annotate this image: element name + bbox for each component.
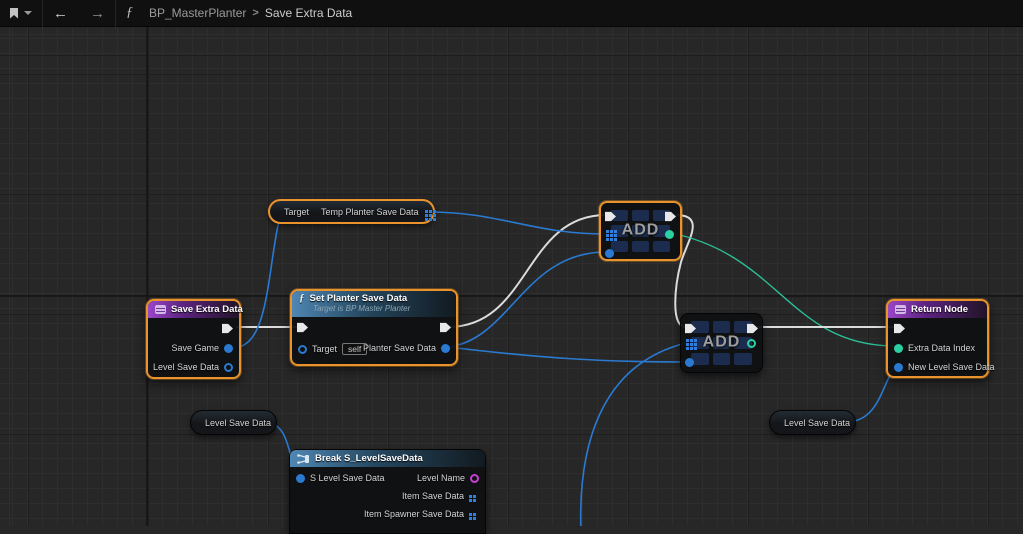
- array-pin-icon[interactable]: [469, 513, 472, 516]
- item-spawner-save-data-pin-row[interactable]: Item Spawner Save Data: [364, 509, 478, 519]
- new-level-save-data-pin-row[interactable]: New Level Save Data: [894, 362, 995, 372]
- node-get-temp-planter-save-data[interactable]: Target Temp Planter Save Data: [268, 199, 435, 224]
- object-pin-icon[interactable]: [441, 344, 450, 353]
- array-pin-icon[interactable]: [606, 230, 609, 233]
- exec-out-pin[interactable]: [747, 323, 758, 334]
- name-pin-icon[interactable]: [470, 474, 479, 483]
- function-entry-icon: [155, 305, 166, 314]
- node-save-extra-data[interactable]: Save Extra Data Save Game Level Save Dat…: [146, 299, 241, 379]
- bookmark-icon[interactable]: [10, 8, 18, 19]
- object-pin-icon[interactable]: [224, 363, 233, 372]
- pin-label: Level Save Data: [205, 418, 271, 428]
- node-set-planter-save-data[interactable]: ƒ Set Planter Save Data Target is BP Mas…: [290, 289, 458, 366]
- item-save-data-pin-row[interactable]: Item Save Data: [402, 491, 478, 501]
- pin-label: Extra Data Index: [908, 343, 975, 353]
- node-title: Save Extra Data: [171, 304, 243, 315]
- exec-out-pin[interactable]: [440, 322, 451, 333]
- pin-label: Save Game: [171, 343, 219, 353]
- node-header[interactable]: Break S_LevelSaveData: [290, 450, 485, 467]
- wire-offscreen-to-add2: [581, 343, 686, 526]
- pin-label: Item Save Data: [402, 491, 464, 501]
- pin-label: Temp Planter Save Data: [321, 207, 419, 217]
- extra-data-index-pin-row[interactable]: Extra Data Index: [894, 343, 975, 353]
- object-pin-icon[interactable]: [685, 358, 694, 367]
- breadcrumb-toolbar: ← → ƒ BP_MasterPlanter > Save Extra Data: [0, 0, 1023, 27]
- wire-layer: [0, 0, 1023, 526]
- node-get-level-save-data-right[interactable]: Level Save Data: [769, 410, 856, 435]
- back-button[interactable]: ←: [53, 0, 68, 27]
- chevron-down-icon[interactable]: [24, 11, 32, 15]
- int-return-pin-icon[interactable]: [665, 230, 674, 239]
- pin-label: Target: [284, 207, 309, 217]
- pin-label: New Level Save Data: [908, 362, 995, 372]
- exec-pin-icon[interactable]: [440, 322, 451, 333]
- object-pin-icon[interactable]: [605, 249, 614, 258]
- node-array-add-2[interactable]: ADD: [680, 313, 763, 373]
- pin-label: Target: [312, 344, 337, 354]
- breadcrumb-separator-icon: >: [252, 7, 258, 19]
- object-pin-icon[interactable]: [298, 345, 307, 354]
- level-save-data-pin-row[interactable]: Level Save Data: [153, 362, 233, 372]
- exec-pin-icon[interactable]: [894, 323, 905, 334]
- object-pin-icon[interactable]: [894, 363, 903, 372]
- wire-plantersave-to-add2: [448, 347, 686, 362]
- bookmark-menu[interactable]: [0, 0, 42, 27]
- object-pin-icon[interactable]: [224, 344, 233, 353]
- exec-out-pin[interactable]: [665, 211, 676, 222]
- forward-button[interactable]: →: [90, 0, 105, 27]
- breadcrumb: ƒ BP_MasterPlanter > Save Extra Data: [116, 0, 362, 27]
- exec-in-pin[interactable]: [894, 323, 905, 334]
- node-return[interactable]: Return Node Extra Data Index New Level S…: [886, 299, 989, 378]
- exec-pin-icon[interactable]: [222, 323, 233, 334]
- int-return-pin-icon[interactable]: [747, 339, 756, 348]
- node-title: Break S_LevelSaveData: [315, 453, 423, 464]
- pin-label: S Level Save Data: [310, 473, 385, 483]
- pin-label: Level Save Data: [153, 362, 219, 372]
- s-level-save-data-pin-row[interactable]: S Level Save Data: [296, 473, 385, 483]
- struct-pin-icon[interactable]: [296, 474, 305, 483]
- function-result-icon: [895, 305, 906, 314]
- node-get-level-save-data-left[interactable]: Level Save Data: [190, 410, 277, 435]
- pin-label: Level Save Data: [784, 418, 850, 428]
- wire-tempplanter-to-add1: [429, 212, 606, 234]
- planter-save-data-pin-row[interactable]: Planter Save Data: [363, 343, 450, 353]
- exec-out-pin[interactable]: [222, 323, 233, 334]
- wire-plantersave-to-add1: [448, 252, 606, 347]
- array-pin-icon[interactable]: [469, 495, 472, 498]
- save-game-pin-row[interactable]: Save Game: [171, 343, 233, 353]
- node-header[interactable]: Return Node: [888, 301, 987, 318]
- exec-in-pin[interactable]: [297, 322, 308, 333]
- node-header[interactable]: Save Extra Data: [148, 301, 239, 318]
- node-title: Set Planter Save Data: [310, 293, 408, 304]
- wire-exec-set-to-add1: [448, 215, 606, 327]
- array-pin-icon[interactable]: [686, 339, 689, 342]
- node-header[interactable]: ƒ Set Planter Save Data Target is BP Mas…: [292, 291, 456, 317]
- level-name-pin-row[interactable]: Level Name: [417, 473, 479, 483]
- map-pin-icon[interactable]: [425, 210, 428, 213]
- breadcrumb-parent[interactable]: BP_MasterPlanter: [149, 6, 246, 20]
- node-title: Return Node: [911, 304, 968, 315]
- pin-label: Item Spawner Save Data: [364, 509, 464, 519]
- target-pin-row[interactable]: Target self: [298, 343, 367, 355]
- function-icon: ƒ: [126, 5, 133, 21]
- node-subtitle: Target is BP Master Planter: [313, 304, 449, 313]
- int-pin-icon[interactable]: [894, 344, 903, 353]
- breadcrumb-current[interactable]: Save Extra Data: [265, 6, 352, 20]
- function-icon: ƒ: [299, 294, 305, 303]
- pin-label: Planter Save Data: [363, 343, 436, 353]
- break-struct-icon: [297, 454, 310, 464]
- node-array-add-1[interactable]: ADD: [599, 201, 682, 261]
- node-break-s-levelsavedata[interactable]: Break S_LevelSaveData S Level Save Data …: [289, 449, 486, 534]
- exec-pin-icon[interactable]: [297, 322, 308, 333]
- pin-label: Level Name: [417, 473, 465, 483]
